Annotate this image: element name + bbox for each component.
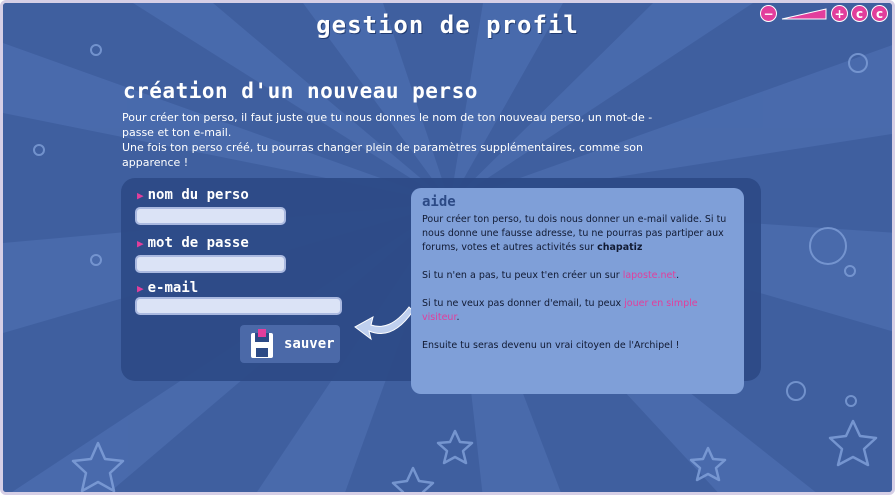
arrow-right-icon: ▶	[137, 237, 144, 250]
password-input[interactable]	[135, 255, 286, 273]
intro-paragraph: Une fois ton perso créé, tu pourras chan…	[122, 141, 643, 169]
arrow-right-icon: ▶	[137, 189, 144, 202]
intro-text: Pour créer ton perso, il faut juste que …	[122, 110, 662, 170]
close-button[interactable]: c	[871, 5, 888, 22]
name-input[interactable]	[135, 207, 286, 225]
help-paragraph: Pour créer ton perso, tu dois nous donne…	[422, 213, 734, 255]
window-controls: − + c c	[760, 5, 888, 22]
curved-arrow-icon	[354, 306, 414, 341]
help-text: Pour créer ton perso, tu dois nous donne…	[422, 213, 734, 353]
help-text-span: Si tu n'en a pas, tu peux t'en créer un …	[422, 270, 620, 281]
intro-paragraph: Pour créer ton perso, il faut juste que …	[122, 111, 653, 139]
email-label: ▶ e-mail	[137, 280, 198, 296]
arrow-right-icon: ▶	[137, 282, 144, 295]
page-heading: création d'un nouveau perso	[123, 79, 478, 103]
help-text-span: Pour créer ton perso, tu dois nous donne…	[422, 214, 727, 253]
floppy-disk-icon	[251, 329, 273, 358]
volume-up-button[interactable]: +	[831, 5, 848, 22]
volume-down-button[interactable]: −	[760, 5, 777, 22]
password-label-text: mot de passe	[147, 235, 249, 251]
profile-window: gestion de profil − + c c création d'un …	[0, 0, 895, 495]
punctuation: .	[456, 312, 460, 323]
help-paragraph: Si tu n'en a pas, tu peux t'en créer un …	[422, 269, 734, 283]
name-label: ▶ nom du perso	[137, 187, 249, 203]
email-label-text: e-mail	[147, 280, 199, 296]
volume-slider[interactable]	[780, 7, 828, 21]
chapatiz-text: chapatiz	[597, 242, 643, 253]
help-paragraph: Si tu ne veux pas donner d'email, tu peu…	[422, 297, 734, 325]
help-paragraph: Ensuite tu seras devenu un vrai citoyen …	[422, 340, 680, 351]
settings-button[interactable]: c	[851, 5, 868, 22]
help-box: aide Pour créer ton perso, tu dois nous …	[411, 188, 744, 394]
email-input[interactable]	[135, 297, 342, 315]
password-label: ▶ mot de passe	[137, 235, 249, 251]
punctuation: .	[676, 270, 680, 281]
save-button-label: sauver	[284, 336, 335, 352]
save-button[interactable]: sauver	[240, 325, 340, 363]
name-label-text: nom du perso	[147, 187, 249, 203]
help-text-span: Si tu ne veux pas donner d'email, tu peu…	[422, 298, 622, 309]
laposte-link[interactable]: laposte.net	[623, 270, 676, 281]
help-title: aide	[422, 194, 456, 210]
window-title: gestion de profil	[316, 11, 579, 39]
